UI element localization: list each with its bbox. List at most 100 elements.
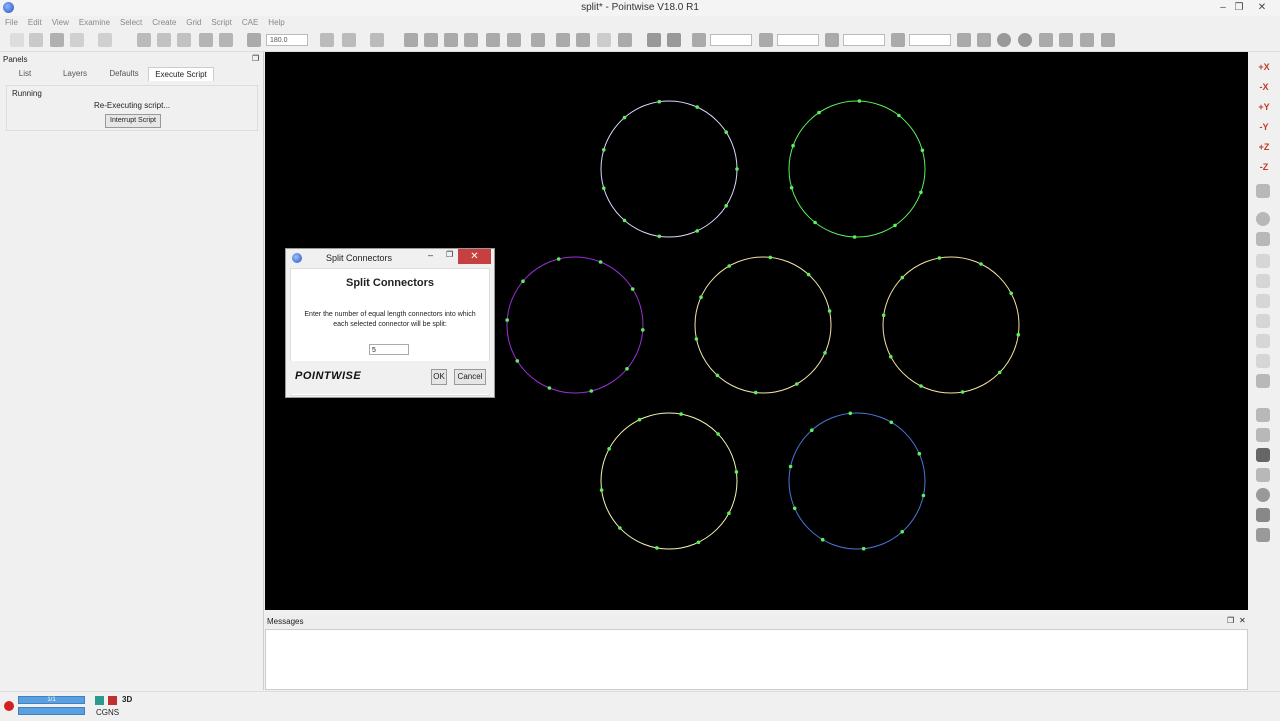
redo-icon[interactable]: [98, 33, 112, 47]
arrow-icon[interactable]: [618, 33, 632, 47]
revolve-icon[interactable]: [486, 33, 500, 47]
spacing-select[interactable]: [777, 34, 819, 46]
circle-g-icon[interactable]: [997, 33, 1011, 47]
view-plus-y-icon[interactable]: +Y: [1256, 100, 1272, 114]
tab-layers[interactable]: Layers: [50, 67, 100, 80]
diamond-display-icon[interactable]: [1256, 448, 1270, 462]
select-box-icon[interactable]: [576, 33, 590, 47]
tab-execute-script[interactable]: Execute Script: [148, 67, 214, 81]
connector-display-icon[interactable]: [1256, 468, 1270, 482]
domain-icon[interactable]: [424, 33, 438, 47]
float-icon[interactable]: ❐: [252, 54, 259, 63]
angle-select[interactable]: 180.0: [266, 34, 308, 46]
view-minus-z-icon[interactable]: -Z: [1256, 160, 1272, 174]
block-icon[interactable]: [464, 33, 478, 47]
view-plus-z-icon[interactable]: +Z: [1256, 140, 1272, 154]
shaded-sphere-icon[interactable]: [1256, 212, 1270, 226]
mask-icon[interactable]: [1256, 374, 1270, 388]
mesh-icon[interactable]: [647, 33, 661, 47]
connector-circle[interactable]: [788, 412, 926, 550]
cancel-button[interactable]: Cancel: [454, 369, 486, 385]
box-icon[interactable]: [1256, 232, 1270, 246]
curve-icon[interactable]: [342, 33, 356, 47]
layer-icon[interactable]: [95, 696, 104, 705]
split-icon[interactable]: [157, 33, 171, 47]
connector-circle[interactable]: [506, 256, 644, 394]
menu-grid[interactable]: Grid: [181, 16, 206, 29]
lighting-icon[interactable]: [1256, 528, 1270, 542]
extrude-icon[interactable]: [444, 33, 458, 47]
float-icon[interactable]: ❐: [1227, 616, 1234, 625]
plane-icon[interactable]: [1256, 408, 1270, 422]
shade-icon[interactable]: [667, 33, 681, 47]
undo-icon[interactable]: [70, 33, 84, 47]
line-icon[interactable]: [320, 33, 334, 47]
edit-icon[interactable]: [1080, 33, 1094, 47]
minimize-button[interactable]: –: [1215, 1, 1231, 14]
sum-icon[interactable]: [957, 33, 971, 47]
dialog-title-bar[interactable]: Split Connectors – ❐ ✕: [286, 249, 494, 267]
angle-limit-select[interactable]: [843, 34, 885, 46]
tab-defaults[interactable]: Defaults: [100, 67, 148, 80]
select-domain-icon[interactable]: [1256, 274, 1270, 288]
menu-create[interactable]: Create: [147, 16, 181, 29]
rotate-view-icon[interactable]: [247, 33, 261, 47]
connector-circle[interactable]: [600, 100, 738, 238]
spacing-icon[interactable]: [759, 33, 773, 47]
dialog-close-button[interactable]: ✕: [458, 249, 491, 264]
menu-file[interactable]: File: [0, 16, 23, 29]
node-icon[interactable]: [891, 33, 905, 47]
hash-icon[interactable]: [692, 33, 706, 47]
close-icon[interactable]: ✕: [1239, 616, 1246, 625]
close-button[interactable]: ✕: [1254, 1, 1270, 14]
stop-icon[interactable]: [4, 701, 14, 711]
select-block-icon[interactable]: [1256, 294, 1270, 308]
transform-icon[interactable]: [137, 33, 151, 47]
connector-circle[interactable]: [788, 100, 926, 238]
menu-edit[interactable]: Edit: [23, 16, 47, 29]
dialog-minimize-button[interactable]: –: [428, 250, 433, 260]
dialog-maximize-button[interactable]: ❐: [446, 250, 453, 259]
maximize-button[interactable]: ❐: [1231, 1, 1247, 14]
triangle-icon[interactable]: [825, 33, 839, 47]
view-fit-icon[interactable]: [1256, 184, 1270, 198]
layout-icon[interactable]: [1256, 428, 1270, 442]
angle-icon[interactable]: [1059, 33, 1073, 47]
open-folder-icon[interactable]: [29, 33, 43, 47]
menu-cae[interactable]: CAE: [237, 16, 263, 29]
save-icon[interactable]: [50, 33, 64, 47]
select-source-icon[interactable]: [1256, 334, 1270, 348]
node-select[interactable]: [909, 34, 951, 46]
solver-icon[interactable]: [108, 696, 117, 705]
view-minus-x-icon[interactable]: -X: [1256, 80, 1272, 94]
select-database-icon[interactable]: [1256, 314, 1270, 328]
points-icon[interactable]: [597, 33, 611, 47]
circle-d-icon[interactable]: [1018, 33, 1032, 47]
shading-icon[interactable]: [1256, 508, 1270, 522]
messages-log[interactable]: [265, 629, 1248, 690]
diamond-icon[interactable]: [404, 33, 418, 47]
menu-examine[interactable]: Examine: [74, 16, 115, 29]
grid-icon[interactable]: [531, 33, 545, 47]
connector-circle[interactable]: [694, 256, 832, 394]
view-plus-x-icon[interactable]: +X: [1256, 60, 1272, 74]
tab-list[interactable]: List: [0, 67, 50, 80]
interrupt-script-button[interactable]: Interrupt Script: [105, 114, 161, 128]
new-file-icon[interactable]: [10, 33, 24, 47]
fit-icon[interactable]: [556, 33, 570, 47]
diagnostics-icon[interactable]: [1101, 33, 1115, 47]
select-connector-icon[interactable]: [1256, 254, 1270, 268]
dimension-mode[interactable]: 3D: [122, 695, 132, 704]
ok-button[interactable]: OK: [431, 369, 447, 385]
sweep-icon[interactable]: [507, 33, 521, 47]
dimension-select[interactable]: [710, 34, 752, 46]
sphere-display-icon[interactable]: [1256, 488, 1270, 502]
menu-script[interactable]: Script: [206, 16, 236, 29]
replace-icon[interactable]: [219, 33, 233, 47]
select-node-icon[interactable]: [1256, 354, 1270, 368]
menu-view[interactable]: View: [47, 16, 74, 29]
menu-help[interactable]: Help: [263, 16, 289, 29]
draw-icon[interactable]: [370, 33, 384, 47]
eraser-icon[interactable]: [977, 33, 991, 47]
menu-select[interactable]: Select: [115, 16, 147, 29]
